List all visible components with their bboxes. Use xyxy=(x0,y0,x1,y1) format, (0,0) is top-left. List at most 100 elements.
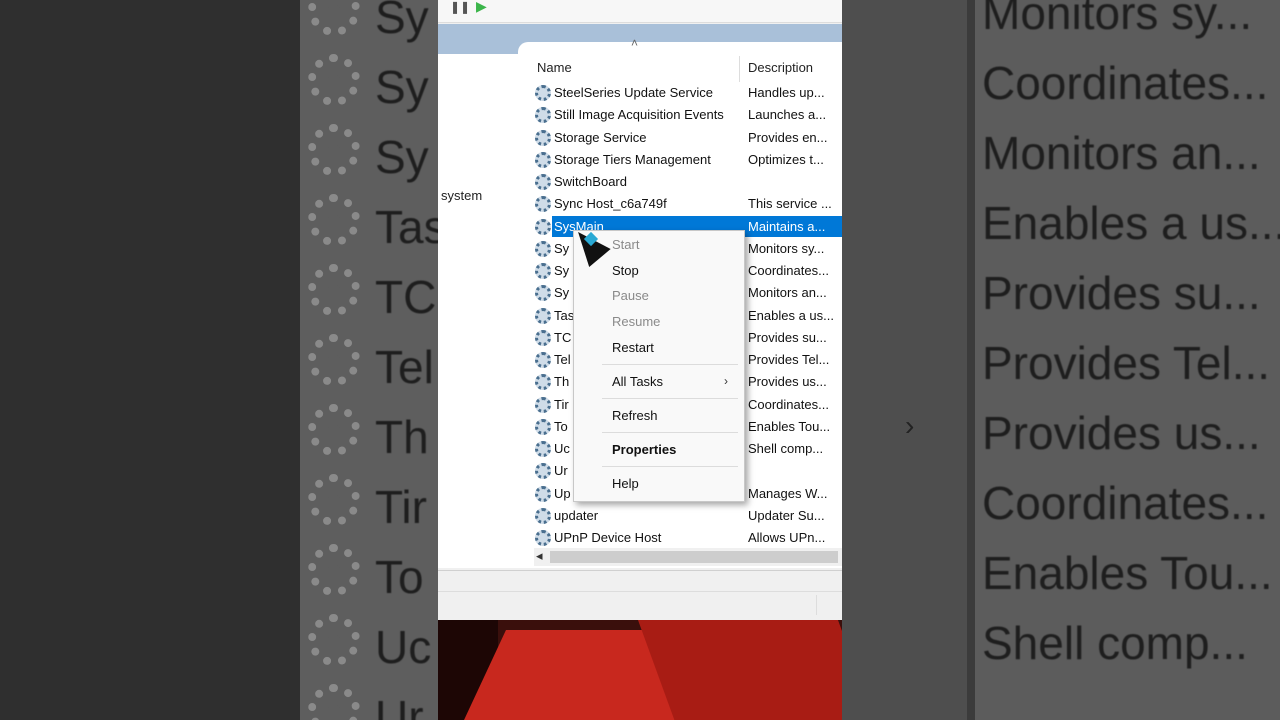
service-description: Enables a us... xyxy=(748,307,834,323)
service-name: Sy xyxy=(554,285,570,301)
gear-icon xyxy=(308,544,360,596)
service-description: Allows UPn... xyxy=(748,530,826,545)
service-name: Ur xyxy=(554,463,568,479)
service-name: Tir xyxy=(554,396,569,412)
table-row[interactable]: SteelSeries Update Service Handles up... xyxy=(532,82,842,104)
gear-icon xyxy=(308,334,360,386)
background-text: Th xyxy=(375,411,429,463)
menu-separator xyxy=(602,466,738,467)
service-gear-icon xyxy=(535,85,551,101)
context-menu: Start Stop Pause Resume Restart All Task… xyxy=(573,230,745,502)
background-text: Sy xyxy=(375,131,429,183)
menu-item-pause: Pause xyxy=(612,288,649,303)
service-gear-icon xyxy=(535,507,551,524)
menu-item-start: Start xyxy=(612,237,640,252)
table-row[interactable]: updater Updater Su... xyxy=(532,505,842,527)
service-description: Provides su... xyxy=(748,329,827,345)
gear-icon xyxy=(308,194,360,246)
table-row[interactable]: UPnP Device Host Allows UPn... xyxy=(532,527,842,549)
service-gear-icon xyxy=(535,463,551,480)
service-gear-icon xyxy=(535,374,551,391)
service-name: Up xyxy=(554,485,571,501)
menu-item-help[interactable]: Help xyxy=(612,476,639,491)
toolbar: ❚❚ ▶ xyxy=(438,0,842,23)
service-description: Updater Su... xyxy=(748,507,825,523)
background-text: Sy xyxy=(375,0,429,43)
image-shape xyxy=(637,620,842,720)
service-description: Handles up... xyxy=(748,85,825,100)
description-pane: system xyxy=(438,54,518,568)
service-name: Sy xyxy=(554,263,570,278)
service-name: Uc xyxy=(554,441,570,456)
menu-item-restart[interactable]: Restart xyxy=(612,340,654,355)
service-description: Provides Tel... xyxy=(748,352,830,367)
gear-icon xyxy=(308,474,360,526)
menu-separator xyxy=(602,432,738,433)
table-row[interactable]: Storage Service Provides en... xyxy=(532,127,842,149)
menu-item-all-tasks[interactable]: All Tasks xyxy=(612,374,663,389)
background-left-dark xyxy=(0,0,300,720)
background-text: Shell comp... xyxy=(982,617,1248,669)
resume-service-icon[interactable]: ▶ xyxy=(476,0,487,15)
column-divider[interactable] xyxy=(739,56,740,82)
service-gear-icon xyxy=(535,107,551,124)
service-description: Monitors sy... xyxy=(748,240,825,256)
background-text: Tel xyxy=(375,341,434,393)
service-name: UPnP Device Host xyxy=(554,530,662,545)
service-description: Shell comp... xyxy=(748,441,824,456)
column-header-name[interactable]: Name xyxy=(537,60,572,75)
scroll-left-icon[interactable]: ◂ xyxy=(536,548,543,564)
menu-item-refresh[interactable]: Refresh xyxy=(612,408,658,423)
service-description: Coordinates... xyxy=(748,396,829,412)
background-right-divider xyxy=(967,0,975,720)
service-name: Tel xyxy=(554,352,571,367)
service-name: TC xyxy=(554,329,572,345)
background-text: Enables Tou... xyxy=(982,547,1273,599)
service-gear-icon xyxy=(535,263,551,279)
scrollbar-thumb[interactable] xyxy=(550,551,838,563)
background-left: Sy Sy Sy Tas TC Tel Th Tir To Uc Ur xyxy=(0,0,438,720)
submenu-arrow-icon: › xyxy=(724,374,728,388)
service-gear-icon xyxy=(535,218,551,235)
table-row[interactable]: SwitchBoard xyxy=(532,171,842,193)
service-gear-icon xyxy=(535,285,551,302)
service-description: Manages W... xyxy=(748,485,828,501)
gear-icon xyxy=(308,124,360,176)
service-description: This service ... xyxy=(748,196,832,212)
service-name: Still Image Acquisition Events xyxy=(554,107,724,123)
background-text: TC xyxy=(375,271,437,323)
horizontal-scrollbar[interactable]: ◂ xyxy=(534,548,842,566)
service-description: Monitors an... xyxy=(748,285,827,301)
chevron-right-icon: › xyxy=(905,410,915,441)
column-header-description[interactable]: Description xyxy=(748,60,813,75)
table-row[interactable]: Sync Host_c6a749f This service ... xyxy=(532,193,842,215)
background-text: Tas xyxy=(375,201,438,253)
status-divider xyxy=(438,591,842,592)
background-text: Coordinates... xyxy=(982,477,1269,529)
service-name: Th xyxy=(554,374,570,390)
background-text: Coordinates... xyxy=(982,57,1269,109)
background-text: To xyxy=(375,551,424,603)
menu-item-properties[interactable]: Properties xyxy=(612,442,676,457)
service-gear-icon xyxy=(535,352,551,368)
description-text: system xyxy=(441,188,483,203)
background-right-gray xyxy=(842,0,967,720)
service-description: Maintains a... xyxy=(748,218,826,234)
service-name: Tas xyxy=(554,307,575,323)
service-description: Launches a... xyxy=(748,107,827,123)
background-text: Tir xyxy=(375,481,427,533)
service-gear-icon xyxy=(535,151,551,168)
service-gear-icon xyxy=(535,129,551,146)
menu-item-resume: Resume xyxy=(612,314,661,329)
service-gear-icon xyxy=(535,530,551,546)
pause-service-icon[interactable]: ❚❚ xyxy=(450,0,470,14)
service-name: SwitchBoard xyxy=(554,174,627,189)
status-segment xyxy=(816,595,817,615)
menu-item-stop[interactable]: Stop xyxy=(612,263,639,278)
table-row[interactable]: Storage Tiers Management Optimizes t... xyxy=(532,149,842,171)
background-text: Provides su... xyxy=(982,267,1261,319)
service-gear-icon xyxy=(535,174,551,190)
table-row[interactable]: Still Image Acquisition Events Launches a… xyxy=(532,104,842,126)
background-text: Enables a us... xyxy=(982,197,1280,249)
service-gear-icon xyxy=(535,396,551,413)
